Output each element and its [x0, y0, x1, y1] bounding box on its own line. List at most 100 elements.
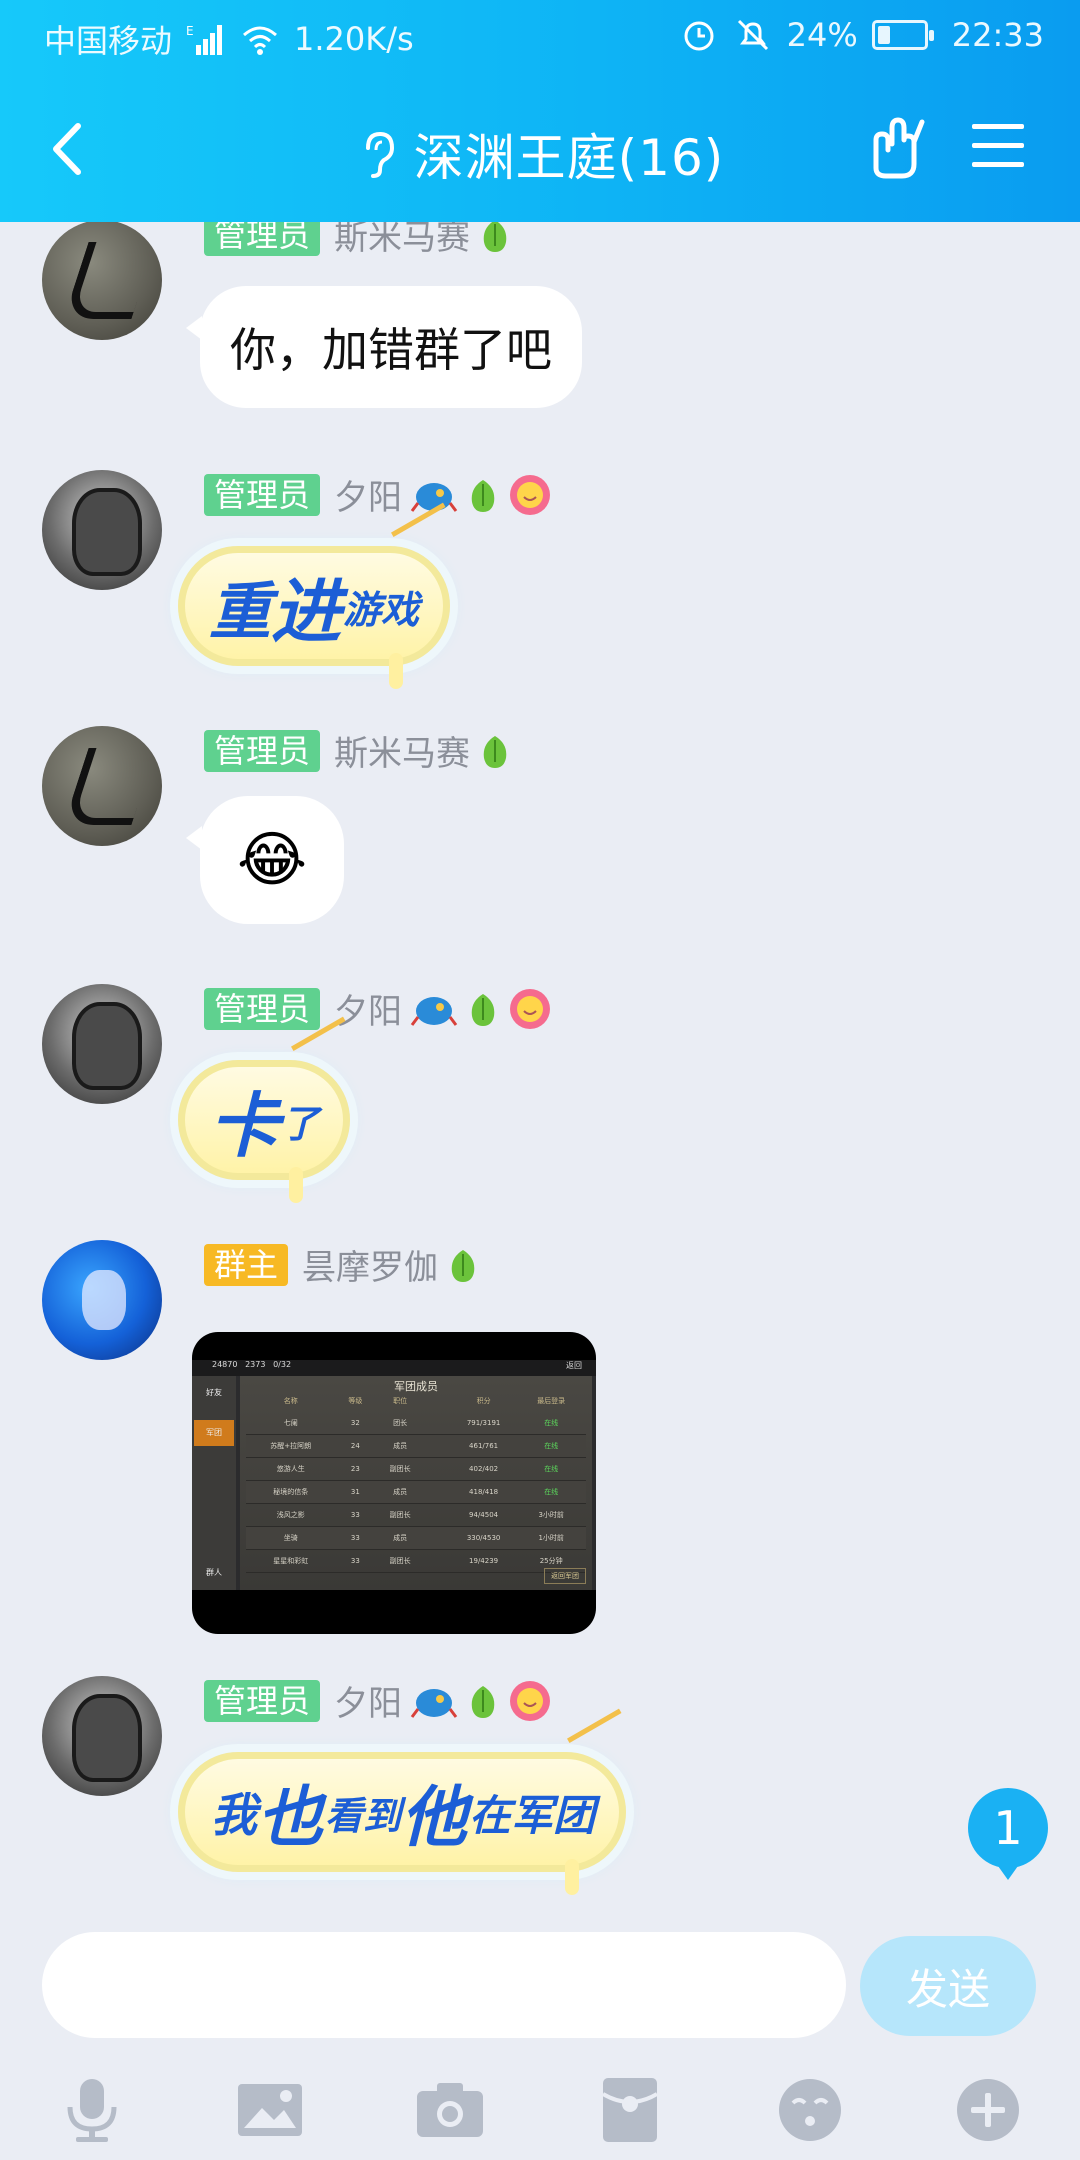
game-cell: 25分钟 — [539, 1557, 563, 1565]
game-stat: 0/32 — [273, 1360, 292, 1369]
game-cell: 791/3191 — [466, 1419, 501, 1427]
plus-icon[interactable] — [940, 2062, 1036, 2158]
role-badge: 管理员 — [204, 987, 321, 1030]
message-input[interactable] — [42, 1932, 846, 2038]
game-cell: 31 — [350, 1488, 360, 1496]
game-panel: 军团成员 名称 等级 职位 积分 最后登录 七阑 32 团长 791/3191 在线 苏醒… — [240, 1376, 592, 1590]
avatar[interactable] — [42, 1676, 162, 1796]
status-bar: 中国移动 E 1.20K/s 24% 22:33 — [0, 0, 1080, 72]
input-area: 发送 — [0, 1912, 1080, 2160]
flower-icon — [510, 474, 551, 515]
sender-name[interactable]: 昙摩罗伽 — [302, 1240, 438, 1289]
sticker-text: 我 — [211, 1788, 257, 1842]
clock: 22:33 — [951, 16, 1044, 54]
game-cell: 24 — [350, 1442, 360, 1450]
sender-name[interactable]: 斯米马赛 — [334, 222, 470, 259]
avatar[interactable] — [42, 984, 162, 1104]
signal-icon: E — [186, 24, 223, 55]
level-icon — [483, 222, 507, 252]
avatar[interactable] — [42, 1240, 162, 1360]
menu-icon[interactable] — [970, 118, 1026, 174]
battery-icon — [871, 20, 934, 50]
send-button[interactable]: 发送 — [860, 1936, 1036, 2036]
game-cell: 23 — [350, 1465, 360, 1473]
sticker-message[interactable]: 我 也 看到 他 在军团 — [178, 1708, 640, 1895]
wifi-icon — [243, 26, 278, 55]
sender-name[interactable]: 斯米马赛 — [334, 726, 470, 775]
game-stat: 2373 — [245, 1360, 266, 1369]
game-table-rows: 七阑 32 团长 791/3191 在线 苏醒+拉阿朗 24 成员 461/761 在线 悠游人生 2… — [246, 1412, 586, 1573]
game-cell: 3小时前 — [538, 1511, 564, 1519]
role-badge: 管理员 — [204, 729, 321, 772]
game-cell: 在线 — [544, 1442, 559, 1450]
message-text: 你，加错群了吧 — [230, 323, 552, 377]
avatar[interactable] — [42, 222, 162, 340]
red-packet-icon[interactable] — [582, 2062, 678, 2158]
level-icon — [483, 735, 507, 768]
group-title[interactable]: 深渊王庭(16) — [414, 118, 725, 190]
unread-count-badge[interactable]: 1 — [968, 1788, 1048, 1880]
game-cell: 成员 — [393, 1488, 408, 1496]
flower-icon — [510, 988, 551, 1029]
dragon-icon — [410, 1688, 458, 1718]
game-stat: 24870 — [212, 1360, 238, 1369]
input-toolbar — [0, 2062, 1080, 2160]
sticker-text: 看到 — [325, 1793, 402, 1838]
game-tab: 群人 — [206, 1568, 222, 1577]
avatar[interactable] — [42, 470, 162, 590]
camera-icon[interactable] — [402, 2062, 498, 2158]
message-bubble[interactable]: 你，加错群了吧 — [186, 286, 582, 408]
game-cell: 成员 — [393, 1442, 408, 1450]
role-badge: 管理员 — [204, 222, 321, 256]
sticker-text: 游戏 — [343, 587, 420, 632]
battery-percent: 24% — [786, 16, 858, 54]
game-tab: 军团 — [194, 1420, 234, 1446]
sticker-text: 重 — [209, 575, 272, 648]
game-cell: 402/402 — [469, 1465, 499, 1473]
game-table-row: 七阑 32 团长 791/3191 在线 — [246, 1412, 586, 1435]
game-top-bar: 24870 2373 0/32 返回 — [192, 1360, 596, 1376]
game-cell: 94/4504 — [469, 1511, 499, 1519]
game-cell: 七阑 — [283, 1419, 298, 1427]
gesture-icon[interactable] — [860, 110, 930, 182]
game-tab: 好友 — [206, 1388, 222, 1397]
game-cell: 星星和彩虹 — [273, 1557, 309, 1565]
message-bubble[interactable]: 😂 — [186, 796, 344, 924]
image-message[interactable]: 24870 2373 0/32 返回 好友 军团 群人 军团成员 名称 等级 职… — [192, 1332, 596, 1634]
role-badge: 管理员 — [204, 473, 321, 516]
flower-icon — [510, 1680, 551, 1721]
net-speed: 1.20K/s — [294, 20, 414, 58]
game-cell: 33 — [350, 1534, 360, 1542]
sticker-message[interactable]: 卡 了 — [178, 1016, 363, 1203]
game-table-row: 坐骑 33 成员 330/4530 1小时前 — [246, 1527, 586, 1550]
game-col: 等级 — [348, 1397, 363, 1405]
game-cell: 461/761 — [469, 1442, 499, 1450]
svg-text:E: E — [186, 24, 194, 38]
game-cell: 32 — [350, 1419, 360, 1427]
avatar[interactable] — [42, 726, 162, 846]
sticker-message[interactable]: 重 进 游戏 — [178, 502, 464, 689]
level-icon — [451, 1249, 475, 1282]
nav-bar: 深渊王庭(16) — [0, 100, 1080, 200]
sticker-text: 他 — [401, 1779, 468, 1856]
game-cell: 副团长 — [389, 1465, 411, 1473]
sender-name[interactable]: 夕阳 — [334, 470, 402, 519]
game-cell: 秘境的信条 — [273, 1488, 309, 1496]
game-table-row: 星星和彩虹 33 副团长 19/4239 25分钟 — [246, 1550, 586, 1573]
game-table-row: 悠游人生 23 副团长 402/402 在线 — [246, 1458, 586, 1481]
sender-name[interactable]: 夕阳 — [334, 1676, 402, 1725]
mic-icon[interactable] — [44, 2062, 140, 2158]
role-badge: 群主 — [204, 1243, 289, 1286]
sticker-text: 也 — [257, 1779, 323, 1856]
game-cell: 在线 — [544, 1465, 559, 1473]
message-list[interactable]: 管理员 斯米马赛 你，加错群了吧 管理员 夕阳 重 进 游戏 管理员 斯米马赛 — [0, 222, 1080, 1912]
image-icon[interactable] — [222, 2062, 318, 2158]
level-icon — [471, 479, 495, 512]
game-cell: 330/4530 — [466, 1534, 501, 1542]
role-badge: 管理员 — [204, 1679, 321, 1722]
game-col — [425, 1396, 451, 1410]
mute-bell-icon — [737, 19, 768, 51]
emoji-face-icon[interactable] — [762, 2062, 858, 2158]
game-cell: 苏醒+拉阿朗 — [270, 1442, 312, 1450]
sticker-text: 卡 — [209, 1084, 279, 1167]
